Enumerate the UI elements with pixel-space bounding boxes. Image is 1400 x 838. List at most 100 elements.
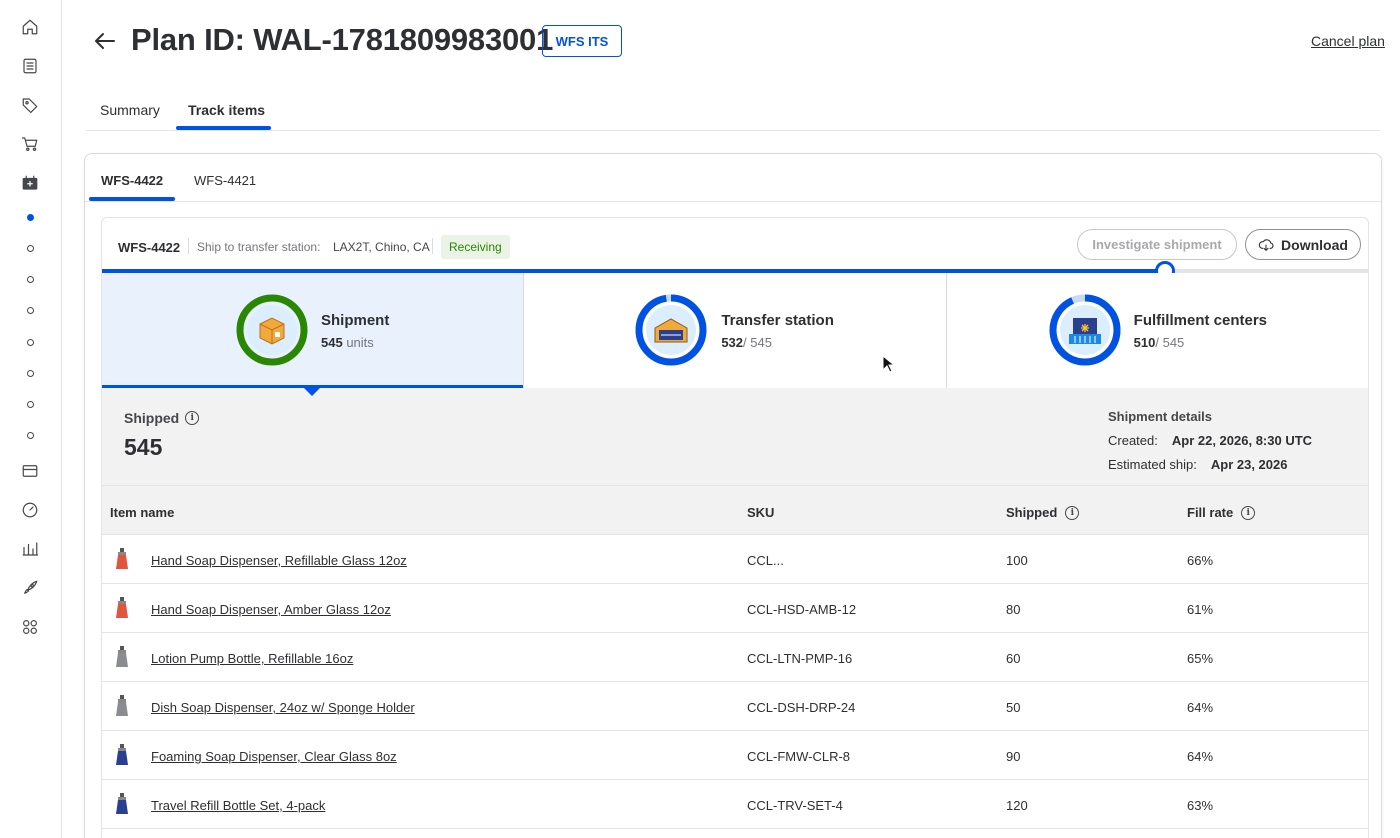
table-row: Dish Soap Dispenser, 24oz w/ Sponge Hold… — [102, 682, 1368, 731]
rocket-icon[interactable] — [19, 577, 41, 599]
shipped-cell: 120 — [1006, 798, 1028, 813]
sku-cell: CCL-LTN-PMP-16 — [747, 651, 853, 666]
items-table-header: Item name SKU Shipped i Fill rate i — [102, 486, 1368, 535]
created-row: Created: Apr 22, 2026, 8:30 UTC — [1108, 433, 1313, 448]
list-icon[interactable] — [19, 55, 41, 77]
product-thumbnail — [116, 646, 128, 667]
sku-cell: CCL-HSD-AMB-12 — [747, 602, 857, 617]
info-icon[interactable]: i — [185, 411, 200, 425]
apps-grid-icon[interactable] — [19, 616, 41, 638]
shipped-label: Shipped i — [124, 410, 200, 426]
nav-subitem[interactable] — [27, 276, 34, 283]
estimated-ship-row: Estimated ship: Apr 23, 2026 — [1108, 457, 1288, 472]
investigate-shipment-button[interactable]: Investigate shipment — [1077, 229, 1237, 260]
sidebar-nav — [0, 0, 62, 838]
shipped-cell: 60 — [1006, 651, 1021, 666]
ship-to-value: LAX2T, Chino, CA — [333, 240, 430, 254]
nav-subitem[interactable] — [27, 370, 34, 377]
download-label: Download — [1281, 236, 1348, 253]
shipment-panel: WFS-4422 Ship to transfer station: LAX2T… — [101, 217, 1369, 838]
warehouse-icon — [635, 294, 707, 366]
fill-rate-cell: 64% — [1187, 700, 1214, 715]
divider — [188, 238, 189, 254]
active-shipment-tab-indicator — [89, 197, 175, 201]
nav-subitem[interactable] — [27, 339, 34, 346]
table-row: Hand Soap Dispenser, Refillable Glass 12… — [102, 535, 1368, 584]
tag-icon[interactable] — [19, 94, 41, 116]
column-item-name[interactable]: Item name — [110, 505, 174, 520]
sku-cell: CCL... — [747, 553, 784, 568]
nav-subitem[interactable] — [27, 401, 34, 408]
home-icon[interactable] — [19, 16, 41, 38]
item-name-link[interactable]: Hand Soap Dispenser, Amber Glass 12oz — [151, 602, 391, 617]
product-thumbnail — [116, 695, 128, 716]
shipped-total: 545 — [124, 434, 163, 460]
shipment-details-title: Shipment details — [1108, 409, 1213, 424]
shipment-id: WFS-4422 — [118, 240, 181, 255]
ship-to-label: Ship to transfer station: — [197, 240, 321, 254]
nav-subitem[interactable] — [27, 307, 34, 314]
column-shipped[interactable]: Shipped i — [1006, 505, 1080, 520]
plan-tabs: Summary Track items — [86, 92, 1380, 131]
nav-subitem[interactable] — [27, 245, 34, 252]
divider — [432, 238, 433, 254]
shipped-cell: 100 — [1006, 553, 1028, 568]
bar-chart-icon[interactable] — [19, 538, 41, 560]
shipment-tabs: WFS-4422 WFS-4421 — [85, 154, 1381, 202]
page-title: Plan ID: WAL-1781809983001 — [131, 22, 554, 57]
plan-type-badge: WFS ITS — [542, 25, 622, 57]
cart-icon[interactable] — [19, 133, 41, 155]
stage-fulfillment-centers[interactable]: Fulfillment centers 510/ 545 — [946, 273, 1368, 388]
stage-count: 545 units — [321, 335, 374, 350]
building-icon — [1049, 294, 1121, 366]
tab-shipment-wfs-4421[interactable]: WFS-4421 — [194, 173, 256, 188]
download-button[interactable]: Download — [1245, 229, 1361, 260]
info-icon[interactable]: i — [1241, 505, 1256, 520]
payment-card-icon[interactable] — [19, 460, 41, 482]
back-arrow-icon[interactable] — [92, 28, 118, 54]
column-fill-rate[interactable]: Fill rate i — [1187, 505, 1256, 520]
shipment-stages: Shipment 545 units Transfer station 532/… — [102, 273, 1368, 396]
item-name-link[interactable]: Hand Soap Dispenser, Refillable Glass 12… — [151, 553, 407, 568]
column-sku[interactable]: SKU — [747, 505, 774, 520]
product-thumbnail — [116, 597, 128, 618]
inventory-icon[interactable] — [19, 172, 41, 194]
tab-shipment-wfs-4422[interactable]: WFS-4422 — [101, 173, 163, 188]
stage-title: Transfer station — [721, 312, 834, 329]
fill-rate-cell: 65% — [1187, 651, 1214, 666]
table-row: Foaming Soap Dispenser, Clear Glass 8oz C… — [102, 731, 1368, 780]
tab-summary[interactable]: Summary — [100, 102, 160, 118]
sku-cell: CCL-DSH-DRP-24 — [747, 700, 856, 715]
item-name-link[interactable]: Foaming Soap Dispenser, Clear Glass 8oz — [151, 749, 397, 764]
active-tab-indicator — [176, 126, 271, 130]
product-thumbnail — [116, 548, 128, 569]
sku-cell: CCL-TRV-SET-4 — [747, 798, 843, 813]
speedometer-icon[interactable] — [19, 499, 41, 521]
track-items-card: WFS-4422 WFS-4421 WFS-4422 Ship to trans… — [84, 153, 1382, 838]
item-name-link[interactable]: Lotion Pump Bottle, Refillable 16oz — [151, 651, 353, 666]
fill-rate-cell: 66% — [1187, 553, 1214, 568]
fill-rate-cell: 64% — [1187, 749, 1214, 764]
item-name-link[interactable]: Travel Refill Bottle Set, 4-pack — [151, 798, 325, 813]
cancel-plan-link[interactable]: Cancel plan — [1311, 33, 1385, 49]
status-badge: Receiving — [441, 235, 510, 259]
stage-count: 510/ 545 — [1133, 335, 1185, 350]
table-row: Travel Refill Bottle Set, 4-pack CCL-TRV-… — [102, 780, 1368, 829]
fill-rate-cell: 61% — [1187, 602, 1214, 617]
mouse-cursor-icon — [882, 355, 894, 373]
item-name-link[interactable]: Dish Soap Dispenser, 24oz w/ Sponge Hold… — [151, 700, 415, 715]
table-row: Hand Soap Dispenser, Amber Glass 12oz CCL… — [102, 584, 1368, 633]
shipment-header: WFS-4422 Ship to transfer station: LAX2T… — [102, 218, 1368, 270]
shipment-summary: Shipped i 545 Shipment details Created: A… — [102, 388, 1368, 486]
nav-subitem-active[interactable] — [27, 214, 34, 221]
product-thumbnail — [116, 744, 128, 765]
shipped-cell: 90 — [1006, 749, 1021, 764]
nav-subitem[interactable] — [27, 432, 34, 439]
info-icon[interactable]: i — [1065, 505, 1080, 520]
product-thumbnail — [116, 793, 128, 814]
shipped-cell: 80 — [1006, 602, 1021, 617]
tab-track-items[interactable]: Track items — [188, 102, 265, 118]
stage-title: Shipment — [321, 312, 390, 329]
shipped-cell: 50 — [1006, 700, 1021, 715]
stage-shipment[interactable]: Shipment 545 units — [102, 273, 525, 396]
